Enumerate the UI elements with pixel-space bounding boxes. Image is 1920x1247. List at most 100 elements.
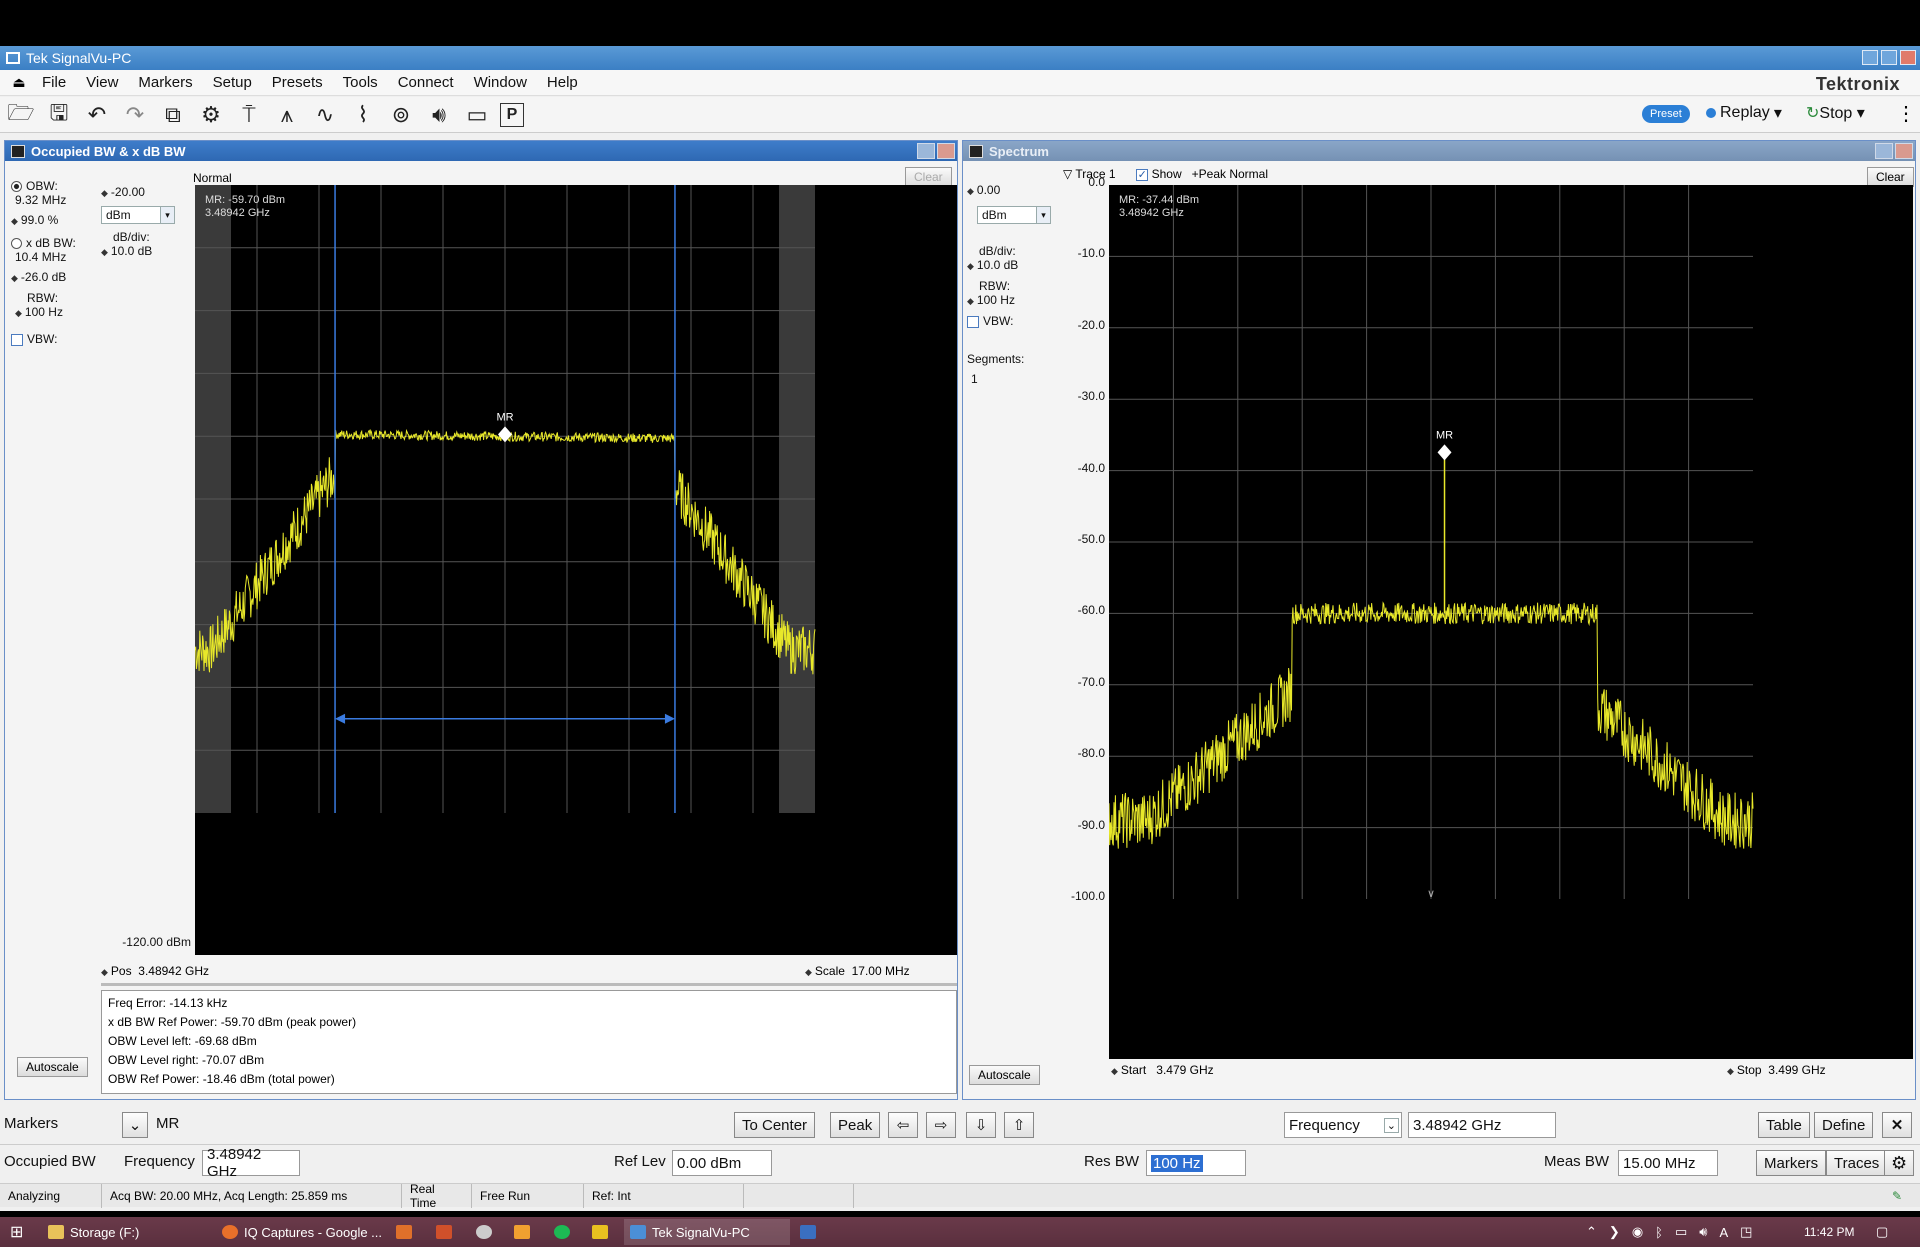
unit-select[interactable]: dBm ▾ <box>101 206 175 224</box>
xdb-level-field[interactable]: ◆ -26.0 dB <box>11 270 91 285</box>
stop-button[interactable]: ↻Stop ▾ <box>1806 103 1865 123</box>
pos-field[interactable]: ◆ Pos 3.48942 GHz <box>101 964 209 978</box>
undo-icon[interactable]: ↶ <box>82 100 112 130</box>
menu-file[interactable]: File <box>32 74 76 91</box>
camera-icon[interactable]: ▭ <box>462 100 492 130</box>
status-empty <box>744 1183 854 1208</box>
menu-connect[interactable]: Connect <box>388 74 464 91</box>
y-tick-label: 0.0 <box>1088 175 1105 189</box>
spectrum-plot[interactable]: MR MR: -37.44 dBm3.48942 GHz ∨ <box>1109 185 1913 1059</box>
copy-icon[interactable]: ⧉ <box>158 100 188 130</box>
app-window: Tek SignalVu-PC ⏏ File View Markers Setu… <box>0 46 1920 1211</box>
start-field[interactable]: ◆ Start 3.479 GHz <box>1111 1063 1214 1077</box>
markers-button[interactable]: Markers <box>1756 1150 1827 1176</box>
replay-button[interactable]: Replay ▾ <box>1706 103 1782 123</box>
panel-close-button[interactable] <box>937 143 955 159</box>
taskbar-app-icon-2[interactable] <box>436 1221 452 1243</box>
spotify-icon[interactable] <box>554 1221 570 1243</box>
menu-view[interactable]: View <box>76 74 128 91</box>
vbw-checkbox[interactable]: VBW: <box>967 314 1047 328</box>
ref-level-field[interactable]: ◆ 0.00 <box>967 183 1047 198</box>
traces-button[interactable]: Traces <box>1826 1150 1888 1176</box>
dbdiv-field[interactable]: ◆ 10.0 dB <box>967 258 1047 273</box>
menu-setup[interactable]: Setup <box>203 74 262 91</box>
save-icon[interactable]: 🖫 <box>44 100 74 130</box>
obw-plot[interactable]: MR MR: -59.70 dBm3.48942 GHz <box>195 185 957 955</box>
table-button[interactable]: Table <box>1758 1112 1810 1138</box>
waveform-icon[interactable]: ⌇ <box>348 100 378 130</box>
obw-radio[interactable]: OBW: <box>11 179 91 193</box>
spectrum-icon[interactable]: ⩚ <box>272 100 302 130</box>
taskbar-app-icon-4[interactable] <box>514 1221 530 1243</box>
p-icon[interactable]: P <box>500 102 524 127</box>
obw-percent-field[interactable]: ◆ 99.0 % <box>11 213 91 228</box>
menu-presets[interactable]: Presets <box>262 74 333 91</box>
menu-window[interactable]: Window <box>464 74 537 91</box>
ref-lev-field[interactable]: 0.00 dBm <box>672 1150 772 1176</box>
restore-button[interactable] <box>1881 50 1897 65</box>
acquire-icon[interactable]: ⊚ <box>386 100 416 130</box>
notification-icon[interactable]: ▢ <box>1876 1221 1888 1243</box>
res-bw-field[interactable]: 100 Hz <box>1146 1150 1246 1176</box>
autoscale-button[interactable]: Autoscale <box>969 1065 1040 1085</box>
close-markers-icon[interactable]: ✕ <box>1882 1112 1912 1138</box>
audio-icon[interactable]: 🔊︎ <box>424 100 454 130</box>
rbw-field[interactable]: ◆ 100 Hz <box>11 305 91 320</box>
ref-level-field[interactable]: ◆ -20.00 <box>101 185 191 200</box>
marker-axis-select[interactable]: Frequency ⌄ <box>1284 1112 1402 1138</box>
next-peak-right-icon[interactable]: ⇨ <box>926 1112 956 1138</box>
settings-gear-icon[interactable]: ⚙ <box>1884 1150 1914 1176</box>
panel-restore-button[interactable] <box>1875 143 1893 159</box>
stop-field[interactable]: ◆ Stop 3.499 GHz <box>1727 1063 1826 1077</box>
next-higher-peak-icon[interactable]: ⇧ <box>1004 1112 1034 1138</box>
splitter[interactable] <box>101 983 957 986</box>
marker-dropdown[interactable]: ⌄ <box>122 1112 148 1138</box>
time-overview-icon[interactable]: ∿ <box>310 100 340 130</box>
taskbar-app-icon-3[interactable] <box>476 1221 492 1243</box>
redo-icon[interactable]: ↷ <box>120 100 150 130</box>
close-button[interactable] <box>1900 50 1916 65</box>
taskbar-item-storage[interactable]: Storage (F:) <box>48 1221 139 1243</box>
show-checkbox[interactable]: Show <box>1135 167 1182 181</box>
rbw-field[interactable]: ◆ 100 Hz <box>967 293 1047 308</box>
detector-label[interactable]: +Peak Normal <box>1192 167 1268 181</box>
open-icon[interactable]: 🗁 <box>6 100 36 130</box>
peak-button[interactable]: Peak <box>830 1112 881 1138</box>
define-button[interactable]: Define <box>1814 1112 1874 1138</box>
vbw-checkbox[interactable]: VBW: <box>11 332 91 346</box>
marker-frequency-field[interactable]: 3.48942 GHz <box>1408 1112 1556 1138</box>
result-xdb-ref-power: x dB BW Ref Power: -59.70 dBm (peak powe… <box>108 1015 357 1029</box>
left-side-controls: OBW: 9.32 MHz ◆ 99.0 % x dB BW: 10.4 MHz … <box>11 179 91 346</box>
unit-select[interactable]: dBm ▾ <box>977 206 1051 224</box>
menu-help[interactable]: Help <box>537 74 588 91</box>
prev-peak-left-icon[interactable]: ⇦ <box>888 1112 918 1138</box>
preset-button[interactable]: Preset <box>1642 105 1690 123</box>
to-center-button[interactable]: To Center <box>734 1112 816 1138</box>
start-icon[interactable]: ⊞ <box>10 1221 23 1243</box>
frequency-field[interactable]: 3.48942 GHz <box>202 1146 300 1180</box>
xdb-radio[interactable]: x dB BW: <box>11 236 91 250</box>
dbdiv-field[interactable]: ◆ 10.0 dB <box>101 244 191 259</box>
taskbar-app-icon-1[interactable] <box>396 1221 412 1243</box>
next-lower-peak-icon[interactable]: ⇩ <box>966 1112 996 1138</box>
tray-icons[interactable]: ⌃ ❯ ◉ ᛒ ▭ 🔊︎ A ◳ <box>1586 1221 1752 1243</box>
window-title: Tek SignalVu-PC <box>26 50 132 66</box>
menu-tools[interactable]: Tools <box>333 74 388 91</box>
panel-restore-button[interactable] <box>917 143 935 159</box>
settings-gear-icon[interactable]: ⚙ <box>196 100 226 130</box>
trigger-icon[interactable]: ⍑ <box>234 100 264 130</box>
menu-markers[interactable]: Markers <box>128 74 202 91</box>
meas-bw-field[interactable]: 15.00 MHz <box>1618 1150 1718 1176</box>
taskbar-item-firefox[interactable]: IQ Captures - Google ... <box>222 1221 382 1243</box>
taskbar-app-icon-6[interactable] <box>800 1221 816 1243</box>
minimize-button[interactable] <box>1862 50 1878 65</box>
taskbar-app-icon-5[interactable] <box>592 1221 608 1243</box>
eject-icon[interactable]: ⏏ <box>6 74 32 91</box>
clear-button[interactable]: Clear <box>1867 167 1914 187</box>
autoscale-button[interactable]: Autoscale <box>17 1057 88 1077</box>
more-menu-icon[interactable]: ⋮ <box>1896 101 1916 126</box>
clear-button[interactable]: Clear <box>905 167 952 187</box>
panel-close-button[interactable] <box>1895 143 1913 159</box>
scale-field[interactable]: ◆ Scale 17.00 MHz <box>805 964 910 978</box>
taskbar-item-signalvu[interactable]: Tek SignalVu-PC <box>624 1219 790 1245</box>
